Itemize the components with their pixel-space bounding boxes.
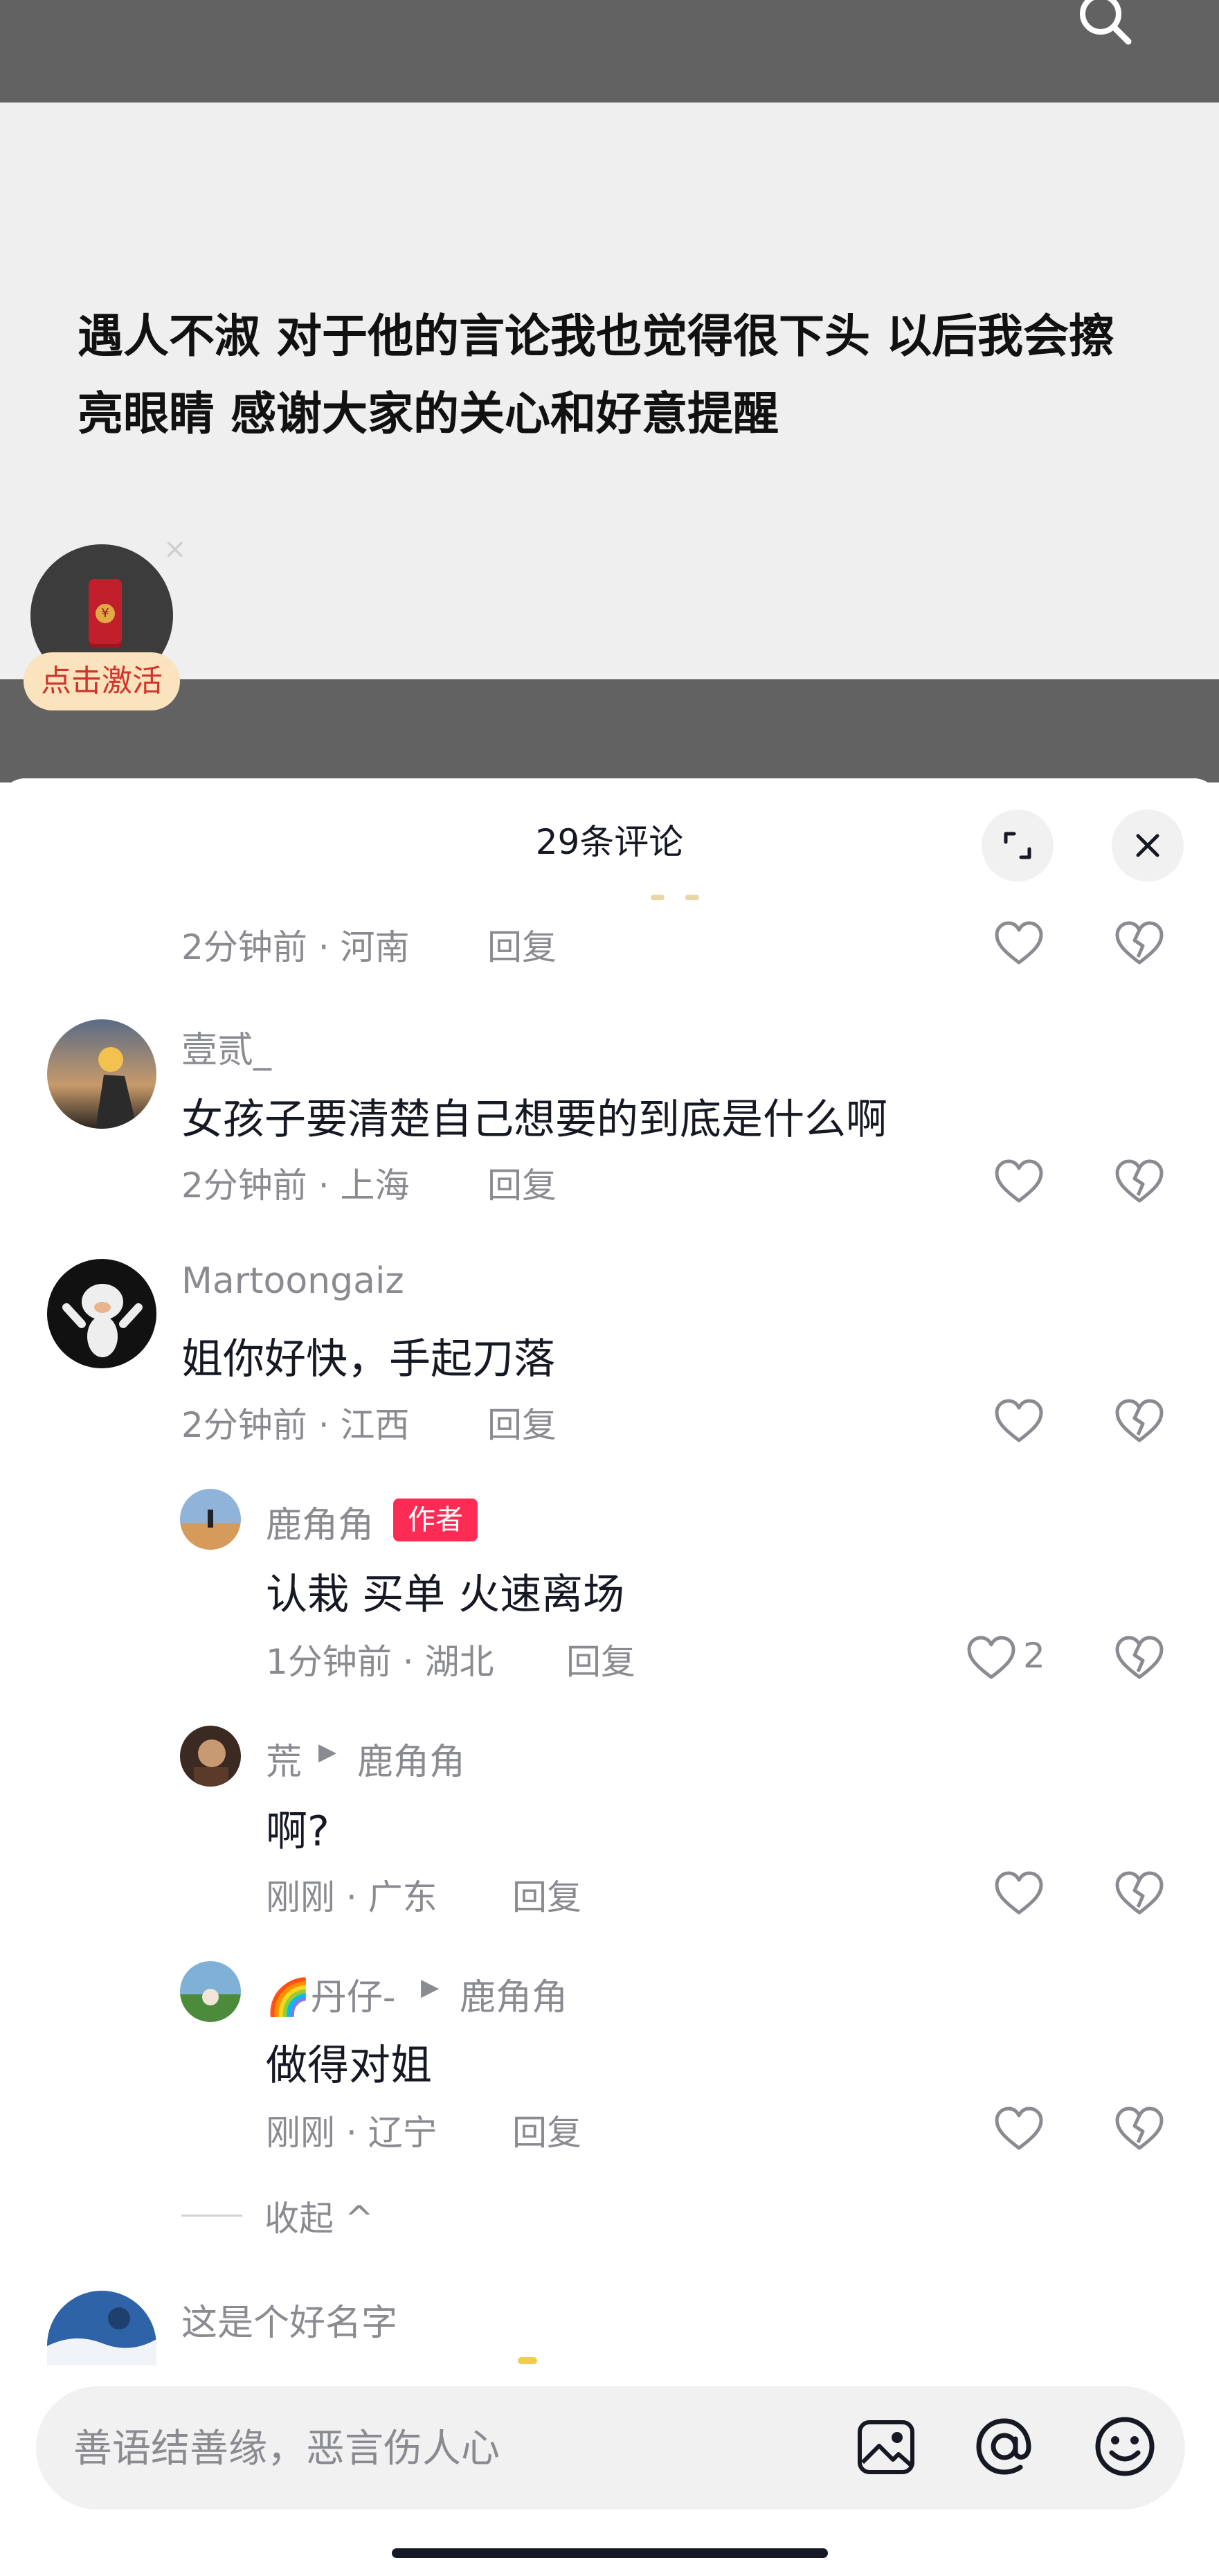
broken-heart-icon[interactable]: [1112, 1630, 1167, 1685]
activate-badge[interactable]: 点击激活: [24, 652, 180, 710]
reply-text: 认栽 买单 火速离场: [266, 1571, 625, 1619]
sticker-fragment: [685, 895, 699, 900]
home-indicator[interactable]: [392, 2548, 828, 2558]
coin-icon: ¥: [96, 604, 115, 623]
comment-username[interactable]: 这是个好名字: [181, 2293, 397, 2345]
reply-meta: 刚刚 · 广东: [266, 1877, 437, 1917]
reply-text: 做得对姐: [266, 2041, 432, 2090]
close-icon: [1136, 834, 1159, 857]
reply-username[interactable]: 荒: [266, 1733, 302, 1785]
heart-icon[interactable]: [964, 1630, 1019, 1685]
avatar[interactable]: [180, 1489, 241, 1550]
reply-arrow-icon: ▶: [318, 1738, 337, 1766]
like-count: 2: [1023, 1636, 1045, 1676]
avatar[interactable]: [47, 1019, 156, 1129]
broken-heart-icon[interactable]: [1112, 2101, 1167, 2156]
avatar[interactable]: [180, 1726, 241, 1787]
reply-meta: 刚刚 · 辽宁: [266, 2113, 437, 2153]
at-icon[interactable]: [972, 2414, 1037, 2479]
collapse-divider: [181, 2215, 242, 2217]
search-button[interactable]: [1074, 0, 1137, 55]
search-icon: [1080, 0, 1132, 45]
comment-username[interactable]: 壹贰_: [181, 1021, 271, 1073]
reply-button[interactable]: 回复: [566, 1634, 635, 1684]
comment-input[interactable]: [72, 2417, 809, 2480]
avatar[interactable]: [47, 1259, 156, 1368]
emoji-icon[interactable]: [1092, 2414, 1157, 2479]
collapse-replies-button[interactable]: 收起 ^: [264, 2191, 374, 2241]
reply-arrow-icon: ▶: [421, 1974, 440, 2001]
close-button[interactable]: [1112, 810, 1184, 882]
reply-button[interactable]: 回复: [512, 1870, 581, 1920]
broken-heart-icon[interactable]: [1112, 1154, 1167, 1209]
reply-button[interactable]: 回复: [487, 1397, 557, 1447]
author-badge: 作者: [393, 1499, 478, 1541]
heart-icon[interactable]: [991, 1154, 1047, 1209]
expand-icon: [1004, 832, 1031, 859]
comment-meta: 2分钟前 · 河南: [181, 927, 410, 967]
sticker-fragment: [518, 2357, 537, 2364]
reply-username[interactable]: 🌈丹仔-: [266, 1968, 396, 2020]
heart-icon[interactable]: [991, 1866, 1047, 1921]
heart-icon[interactable]: [991, 915, 1047, 971]
expand-button[interactable]: [982, 810, 1054, 882]
image-icon[interactable]: [856, 2417, 916, 2478]
post-caption: 遇人不淑 对于他的言论我也觉得很下头 以后我会擦亮眼睛 感谢大家的关心和好意提醒: [78, 310, 1114, 440]
reply-meta: 1分钟前 · 湖北: [266, 1642, 494, 1682]
broken-heart-icon[interactable]: [1112, 1866, 1167, 1921]
reply-text: 啊?: [266, 1807, 329, 1856]
broken-heart-icon[interactable]: [1112, 1393, 1167, 1449]
heart-icon[interactable]: [991, 1393, 1047, 1449]
avatar[interactable]: [180, 1961, 241, 2022]
red-envelope-close-icon[interactable]: ×: [163, 533, 187, 565]
reply-target[interactable]: 鹿角角: [357, 1733, 465, 1785]
broken-heart-icon[interactable]: [1112, 915, 1167, 971]
reply-button[interactable]: 回复: [512, 2105, 581, 2155]
comment-meta: 2分钟前 · 江西: [181, 1405, 410, 1445]
reply-target[interactable]: 鹿角角: [460, 1968, 568, 2020]
comment-username[interactable]: Martoongaiz: [181, 1260, 404, 1302]
comment-text: 女孩子要清楚自己想要的到底是什么啊: [181, 1095, 887, 1144]
heart-icon[interactable]: [991, 2101, 1047, 2156]
reply-username[interactable]: 鹿角角: [266, 1496, 374, 1548]
comment-meta: 2分钟前 · 上海: [181, 1165, 410, 1206]
reply-button[interactable]: 回复: [487, 1158, 557, 1208]
reply-button[interactable]: 回复: [487, 920, 557, 969]
sticker-fragment: [651, 895, 665, 900]
comment-text: 姐你好快，手起刀落: [181, 1335, 555, 1384]
